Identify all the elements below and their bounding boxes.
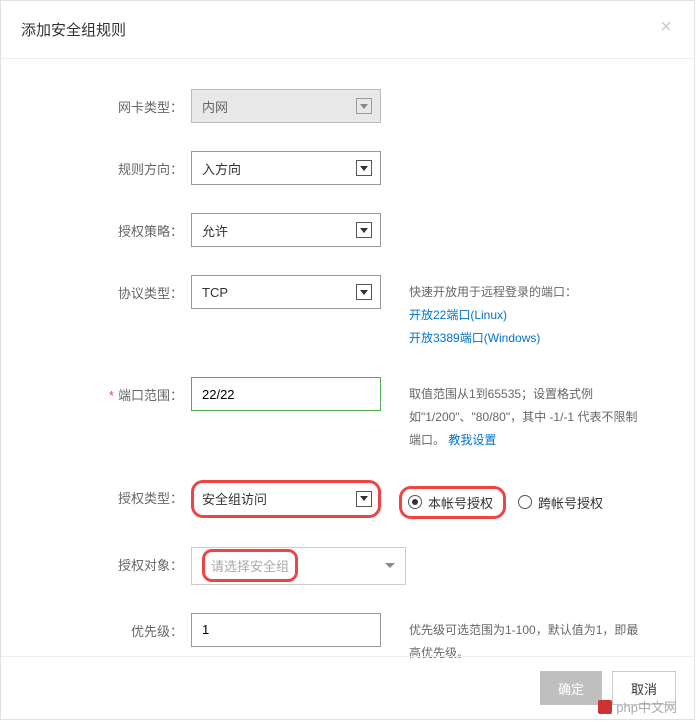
row-rule-direction: 规则方向： 入方向	[1, 151, 694, 185]
chevron-down-icon	[356, 284, 372, 300]
select-auth-type-value: 安全组访问	[202, 489, 267, 508]
select-rule-direction-value: 入方向	[202, 159, 241, 178]
dialog-title: 添加安全组规则	[21, 19, 674, 40]
row-nic-type: 网卡类型： 内网	[1, 89, 694, 123]
label-auth-policy: 授权策略：	[81, 213, 191, 240]
select-auth-object[interactable]: 请选择安全组	[191, 547, 406, 585]
watermark-text: php中文网	[616, 697, 677, 716]
radio-this-account[interactable]: 本帐号授权	[399, 486, 506, 519]
watermark: php中文网	[598, 697, 677, 716]
radio-icon	[408, 495, 422, 509]
chevron-down-icon	[356, 160, 372, 176]
select-auth-policy-value: 允许	[202, 221, 228, 240]
input-port-range[interactable]	[191, 377, 381, 411]
chevron-down-icon	[356, 98, 372, 114]
row-auth-policy: 授权策略： 允许	[1, 213, 694, 247]
label-priority: 优先级：	[81, 613, 191, 640]
radio-icon	[518, 495, 532, 509]
label-protocol-type: 协议类型：	[81, 275, 191, 302]
radio-cross-account-label: 跨帐号授权	[538, 493, 603, 512]
add-security-rule-dialog: 添加安全组规则 × 网卡类型： 内网 规则方向： 入方向 授权策略：	[0, 0, 695, 720]
row-port-range: *端口范围： 取值范围从1到65535；设置格式例如"1/200"、"80/80…	[1, 377, 694, 451]
chevron-down-icon	[356, 491, 372, 507]
watermark-logo-icon	[598, 700, 612, 714]
hint-protocol-title: 快速开放用于远程登录的端口：	[409, 281, 639, 304]
select-nic-type[interactable]: 内网	[191, 89, 381, 123]
label-rule-direction: 规则方向：	[81, 151, 191, 178]
select-auth-policy[interactable]: 允许	[191, 213, 381, 247]
radio-cross-account[interactable]: 跨帐号授权	[518, 493, 603, 512]
link-teach-setting[interactable]: 教我设置	[448, 433, 496, 447]
row-protocol-type: 协议类型： TCP 快速开放用于远程登录的端口： 开放22端口(Linux) 开…	[1, 275, 694, 349]
select-protocol-type[interactable]: TCP	[191, 275, 381, 309]
label-port-range: *端口范围：	[81, 377, 191, 404]
select-rule-direction[interactable]: 入方向	[191, 151, 381, 185]
chevron-down-icon	[356, 222, 372, 238]
confirm-button[interactable]: 确定	[540, 671, 602, 705]
chevron-down-icon	[385, 563, 395, 568]
close-icon[interactable]: ×	[656, 17, 676, 37]
dialog-footer: 确定 取消	[1, 656, 694, 719]
radio-group-auth-scope: 本帐号授权 跨帐号授权	[399, 480, 615, 519]
radio-this-account-label: 本帐号授权	[428, 493, 493, 512]
auth-object-placeholder: 请选择安全组	[202, 549, 298, 582]
label-nic-type: 网卡类型：	[81, 89, 191, 116]
label-auth-object: 授权对象：	[81, 547, 191, 574]
link-open-3389[interactable]: 开放3389端口(Windows)	[409, 327, 639, 350]
select-auth-type[interactable]: 安全组访问	[191, 480, 381, 518]
input-priority[interactable]	[191, 613, 381, 647]
label-auth-type: 授权类型：	[81, 480, 191, 507]
dialog-header: 添加安全组规则 ×	[1, 1, 694, 59]
required-icon: *	[109, 388, 114, 403]
link-open-22[interactable]: 开放22端口(Linux)	[409, 304, 639, 327]
row-auth-type: 授权类型： 安全组访问 本帐号授权 跨帐号授权	[1, 480, 694, 519]
select-nic-type-value: 内网	[202, 97, 228, 116]
select-protocol-type-value: TCP	[202, 285, 228, 300]
hint-port-range: 取值范围从1到65535；设置格式例如"1/200"、"80/80"，其中 -1…	[409, 377, 639, 451]
row-auth-object: 授权对象： 请选择安全组	[1, 547, 694, 585]
hint-protocol-type: 快速开放用于远程登录的端口： 开放22端口(Linux) 开放3389端口(Wi…	[409, 275, 639, 349]
form-body: 网卡类型： 内网 规则方向： 入方向 授权策略： 允许	[1, 59, 694, 664]
hint-port-text: 取值范围从1到65535；设置格式例如"1/200"、"80/80"，其中 -1…	[409, 387, 637, 447]
